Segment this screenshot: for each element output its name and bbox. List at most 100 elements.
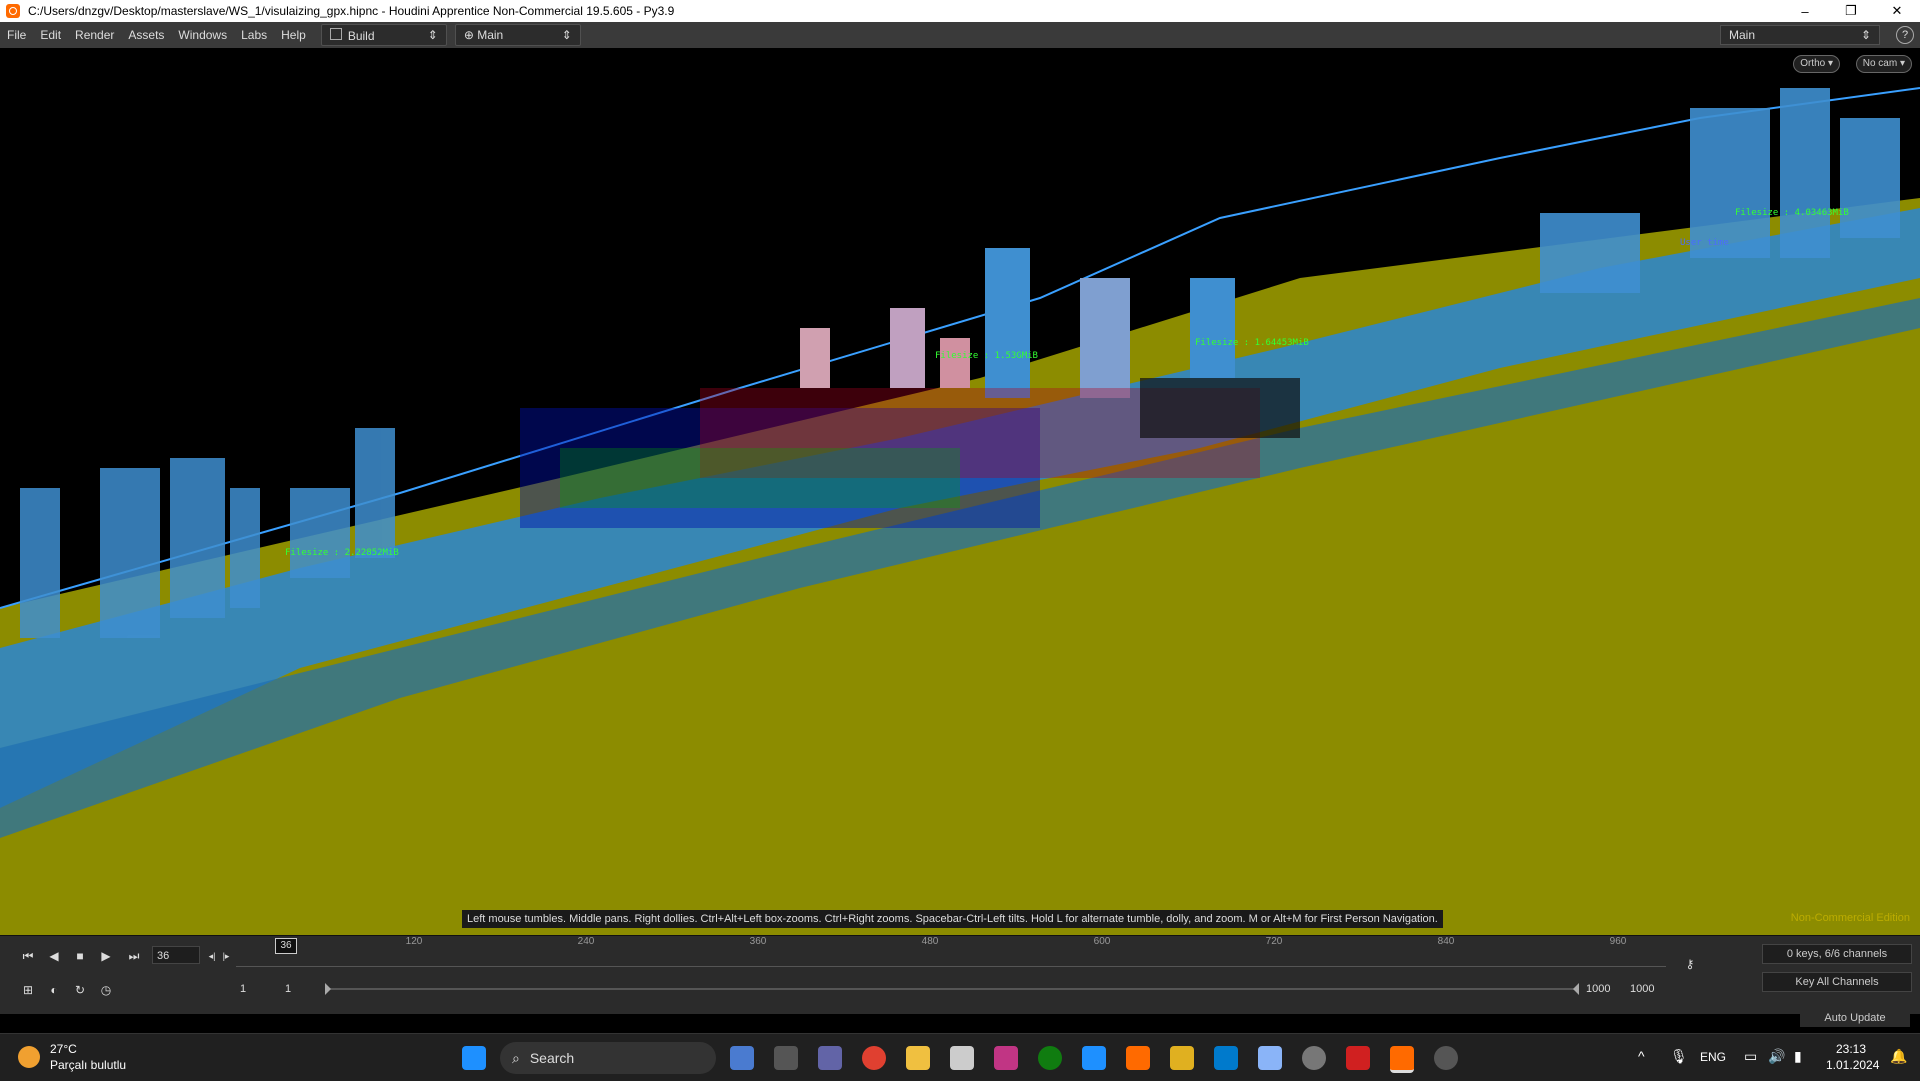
navigation-hint: Left mouse tumbles. Middle pans. Right d…	[462, 910, 1443, 928]
current-frame-field[interactable]: 36	[152, 946, 200, 964]
right-desktop-selector[interactable]: Main ⇕	[1720, 25, 1880, 45]
realtime-toggle-icon[interactable]: ⊞	[18, 980, 38, 1000]
search-icon: ⌕	[512, 1049, 520, 1066]
ruler-label: 480	[921, 936, 939, 947]
build-label: Build	[347, 28, 375, 43]
viewport-scene	[0, 87, 1920, 935]
main-shelf-selector[interactable]: ⊕ Main ⇕	[454, 24, 581, 46]
weather-temp: 27°C	[50, 1042, 77, 1056]
end-frame-b[interactable]: 1000	[1630, 980, 1654, 998]
menu-assets[interactable]: Assets	[121, 28, 171, 42]
step-back-icon[interactable]: ◀	[44, 946, 64, 966]
jump-start-icon[interactable]: ⏮	[18, 946, 38, 966]
right-desktop-label: Main	[1729, 28, 1756, 42]
start-frame-a[interactable]: 1	[240, 980, 246, 998]
houdini-icon[interactable]	[1126, 1046, 1150, 1070]
updown-icon: ⇕	[561, 28, 572, 42]
tray-chevron-icon[interactable]: ^	[1638, 1048, 1645, 1064]
build-desktop-selector[interactable]: Build ⇕	[320, 24, 447, 46]
data-label: User time	[1680, 238, 1729, 248]
rhino-icon[interactable]	[950, 1046, 974, 1070]
explorer-icon[interactable]	[906, 1046, 930, 1070]
ruler-label: 720	[1265, 936, 1283, 947]
houdini-active-icon[interactable]	[1390, 1046, 1414, 1073]
title-bar: C:/Users/dnzgv/Desktop/masterslave/WS_1/…	[0, 0, 1920, 22]
ortho-menu[interactable]: Ortho ▾	[1793, 55, 1840, 73]
houdini-app-icon	[6, 4, 20, 18]
menu-help[interactable]: Help	[274, 28, 313, 42]
key-icon[interactable]: ⚷	[1680, 954, 1700, 974]
clock-time[interactable]: 23:13	[1836, 1042, 1866, 1056]
minimize-button[interactable]: –	[1782, 0, 1828, 22]
edition-watermark: Non-Commercial Edition	[1790, 912, 1910, 924]
menu-labs[interactable]: Labs	[234, 28, 274, 42]
git-icon[interactable]	[1170, 1046, 1194, 1070]
ruler-baseline	[236, 966, 1666, 967]
loop-icon[interactable]: ↻	[70, 980, 90, 1000]
realtime-clock-icon[interactable]: ◷	[96, 980, 116, 1000]
menu-windows[interactable]: Windows	[171, 28, 234, 42]
ruler-label: 840	[1437, 936, 1455, 947]
menu-bar: File Edit Render Assets Windows Labs Hel…	[0, 22, 1920, 49]
layout-icon	[329, 27, 342, 40]
weather-desc: Parçalı bulutlu	[50, 1058, 127, 1072]
instagram-icon[interactable]	[994, 1046, 1018, 1070]
menu-edit[interactable]: Edit	[33, 28, 68, 42]
widgets-icon[interactable]	[730, 1046, 754, 1070]
ruler-label: 120	[405, 936, 423, 947]
end-frame-a[interactable]: 1000	[1586, 980, 1610, 998]
frame-range-slider[interactable]	[325, 983, 1579, 995]
start-icon[interactable]	[462, 1046, 486, 1070]
window-title: C:/Users/dnzgv/Desktop/masterslave/WS_1/…	[28, 4, 675, 18]
mic-icon[interactable]: 🎙	[1670, 1048, 1688, 1065]
network-icon[interactable]: ▭	[1744, 1048, 1757, 1065]
close-button[interactable]: ✕	[1874, 0, 1920, 22]
playbar: ⏮ ◀ ■ ▶ ⏭ 36 ◂| |▸ 120 240 360 480 600 7…	[0, 935, 1920, 1014]
volume-icon[interactable]: 🔊	[1768, 1048, 1785, 1065]
vscode-icon[interactable]	[1214, 1046, 1238, 1070]
pdf-icon[interactable]	[1346, 1046, 1370, 1070]
xbox-icon[interactable]	[1038, 1046, 1062, 1070]
weather-icon[interactable]	[18, 1046, 40, 1068]
battery-icon[interactable]: ▮	[1794, 1048, 1802, 1065]
play-icon[interactable]: ▶	[96, 946, 116, 966]
settings-icon[interactable]	[1302, 1046, 1326, 1070]
updown-icon: ⇕	[1860, 28, 1871, 42]
maximize-button[interactable]: ❐	[1828, 0, 1874, 22]
main-label: Main	[477, 28, 504, 42]
menu-file[interactable]: File	[0, 28, 33, 42]
updown-icon: ⇕	[427, 28, 438, 42]
ruler-label: 600	[1093, 936, 1111, 947]
ruler-label: 960	[1609, 936, 1627, 947]
help-icon[interactable]: ?	[1896, 26, 1914, 44]
keys-info[interactable]: 0 keys, 6/6 channels	[1762, 944, 1912, 964]
data-label: Filesize : 1.64453MiB	[1195, 338, 1309, 348]
teams-icon[interactable]	[818, 1046, 842, 1070]
stop-icon[interactable]: ■	[70, 946, 90, 966]
chrome-alt-icon[interactable]	[1434, 1046, 1458, 1070]
camera-menu[interactable]: No cam ▾	[1855, 55, 1912, 73]
clock-date[interactable]: 1.01.2024	[1826, 1058, 1879, 1072]
scene-viewport[interactable]: Filesize : 1.53GMiB Filesize : 1.64453Mi…	[0, 48, 1920, 935]
chrome-icon[interactable]	[862, 1046, 886, 1070]
timeline-ruler[interactable]: 120 240 360 480 600 720 840 960	[236, 936, 1666, 972]
menu-render[interactable]: Render	[68, 28, 121, 42]
data-label: Filesize : 1.53GMiB	[935, 351, 1038, 361]
start-frame-b[interactable]: 1	[285, 980, 291, 998]
notes-icon[interactable]	[1082, 1046, 1106, 1070]
data-label: Filesize : 4.03463MiB	[1735, 208, 1849, 218]
taskbar: 27°C Parçalı bulutlu ⌕ Search ^ 🎙 ENG ▭ …	[0, 1033, 1920, 1081]
app-icon[interactable]	[1258, 1046, 1282, 1070]
jump-end-icon[interactable]: ⏭	[124, 946, 144, 966]
task-view-icon[interactable]	[774, 1046, 798, 1070]
next-key-icon[interactable]: |▸	[216, 946, 236, 966]
search-label: Search	[529, 1050, 575, 1066]
auto-update-menu[interactable]: Auto Update	[1800, 1009, 1910, 1027]
search-box[interactable]: ⌕ Search	[500, 1042, 716, 1074]
notification-icon[interactable]: 🔔	[1890, 1048, 1907, 1065]
key-all-channels[interactable]: Key All Channels	[1762, 972, 1912, 992]
audio-icon[interactable]: ◐	[44, 980, 64, 1000]
language-indicator[interactable]: ENG	[1700, 1050, 1726, 1064]
frame-cursor[interactable]: 36	[275, 938, 297, 954]
ruler-label: 240	[577, 936, 595, 947]
